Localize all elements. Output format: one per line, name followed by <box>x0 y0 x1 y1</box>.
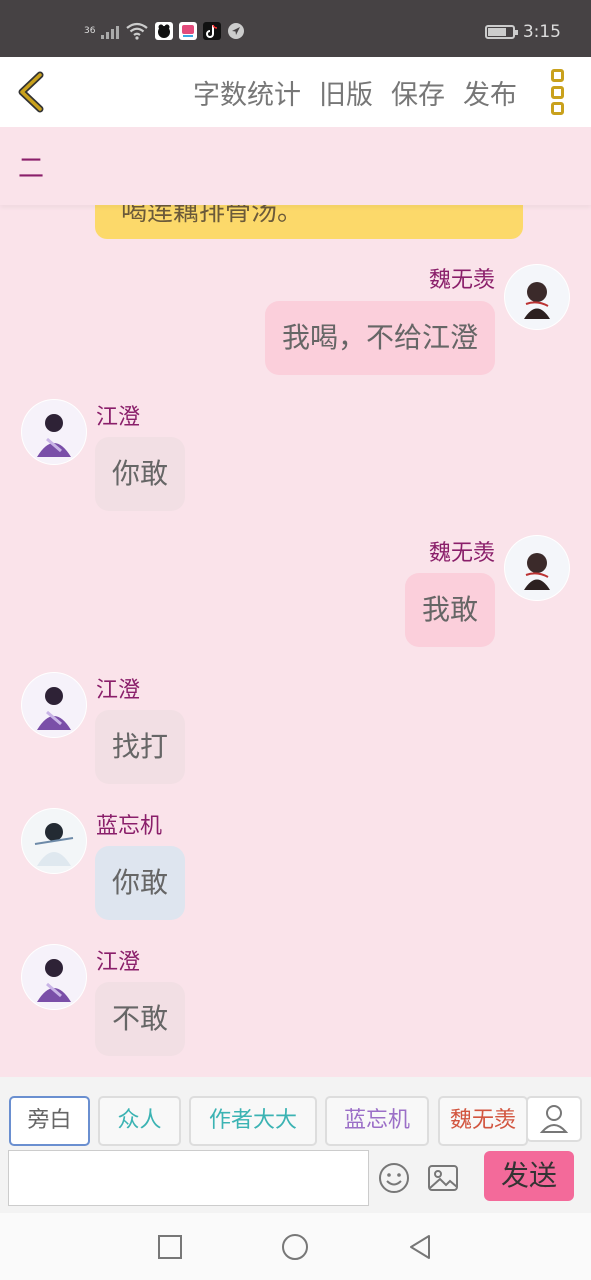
location-icon <box>228 23 245 39</box>
recent-apps-icon[interactable] <box>156 1233 184 1261</box>
battery-icon <box>484 25 518 39</box>
person-icon <box>539 1105 569 1133</box>
wifi-icon <box>126 22 149 40</box>
chat-area[interactable]: 喝莲藕排骨汤。 魏无羡 我喝，不给江澄 江澄 你敢 魏无羡 我敢 江澄 找打 蓝… <box>0 127 591 1077</box>
message-bubble[interactable]: 你敢 <box>95 437 186 511</box>
publish-button[interactable]: 发布 <box>463 73 517 112</box>
add-role-button[interactable] <box>526 1096 582 1142</box>
speaker-name: 江澄 <box>96 950 141 975</box>
home-icon[interactable] <box>281 1233 309 1261</box>
signal-bars-icon <box>101 23 120 39</box>
back-icon[interactable] <box>406 1233 434 1261</box>
chat-header <box>0 127 591 205</box>
top-bar: 字数统计 旧版 保存 发布 <box>0 57 591 127</box>
avatar[interactable] <box>21 944 87 1010</box>
avatar[interactable] <box>21 808 87 874</box>
message-bubble[interactable]: 找打 <box>95 710 186 784</box>
chat-title: 二 <box>18 154 45 184</box>
clock: 3:15 <box>522 22 561 42</box>
speaker-name: 江澄 <box>96 405 141 430</box>
message-bubble[interactable]: 我喝，不给江澄 <box>264 301 495 375</box>
bilibili-app-icon <box>179 22 198 40</box>
message-bubble[interactable]: 不敢 <box>95 982 186 1056</box>
top-menu: 字数统计 旧版 保存 发布 <box>193 73 517 112</box>
role-chip-author[interactable]: 作者大大 <box>189 1096 317 1146</box>
old-version-button[interactable]: 旧版 <box>319 73 373 112</box>
message-bubble[interactable]: 我敢 <box>404 573 495 647</box>
status-right: 3:15 <box>484 22 561 42</box>
composer-panel: 旁白 众人 作者大大 蓝忘机 魏无羡 发送 <box>0 1077 591 1213</box>
speaker-name: 蓝忘机 <box>96 814 163 839</box>
emoji-icon[interactable] <box>378 1162 410 1194</box>
more-options-icon[interactable] <box>551 69 567 115</box>
avatar[interactable] <box>21 672 87 738</box>
dog-app-icon <box>155 22 174 40</box>
send-button[interactable]: 发送 <box>484 1151 574 1201</box>
image-icon[interactable] <box>427 1164 459 1192</box>
role-chip-narration[interactable]: 旁白 <box>9 1096 90 1146</box>
status-left: 36 <box>84 22 245 40</box>
avatar[interactable] <box>504 535 570 601</box>
role-chip-lanwangji[interactable]: 蓝忘机 <box>325 1096 429 1146</box>
avatar[interactable] <box>504 264 570 330</box>
save-button[interactable]: 保存 <box>391 73 445 112</box>
signal-type: 36 <box>84 26 96 36</box>
message-bubble[interactable]: 你敢 <box>95 846 186 920</box>
back-arrow-icon[interactable] <box>12 69 52 115</box>
tiktok-app-icon <box>203 22 222 40</box>
role-chip-crowd[interactable]: 众人 <box>98 1096 181 1146</box>
speaker-name: 魏无羡 <box>428 268 495 293</box>
speaker-name: 江澄 <box>96 678 141 703</box>
speaker-name: 魏无羡 <box>428 541 495 566</box>
word-count-button[interactable]: 字数统计 <box>193 73 301 112</box>
status-bar: 36 3:15 <box>0 0 591 57</box>
message-input[interactable] <box>8 1150 369 1206</box>
role-chip-weiwuxian[interactable]: 魏无羡 <box>438 1096 528 1146</box>
system-nav-bar <box>0 1213 591 1280</box>
avatar[interactable] <box>21 399 87 465</box>
